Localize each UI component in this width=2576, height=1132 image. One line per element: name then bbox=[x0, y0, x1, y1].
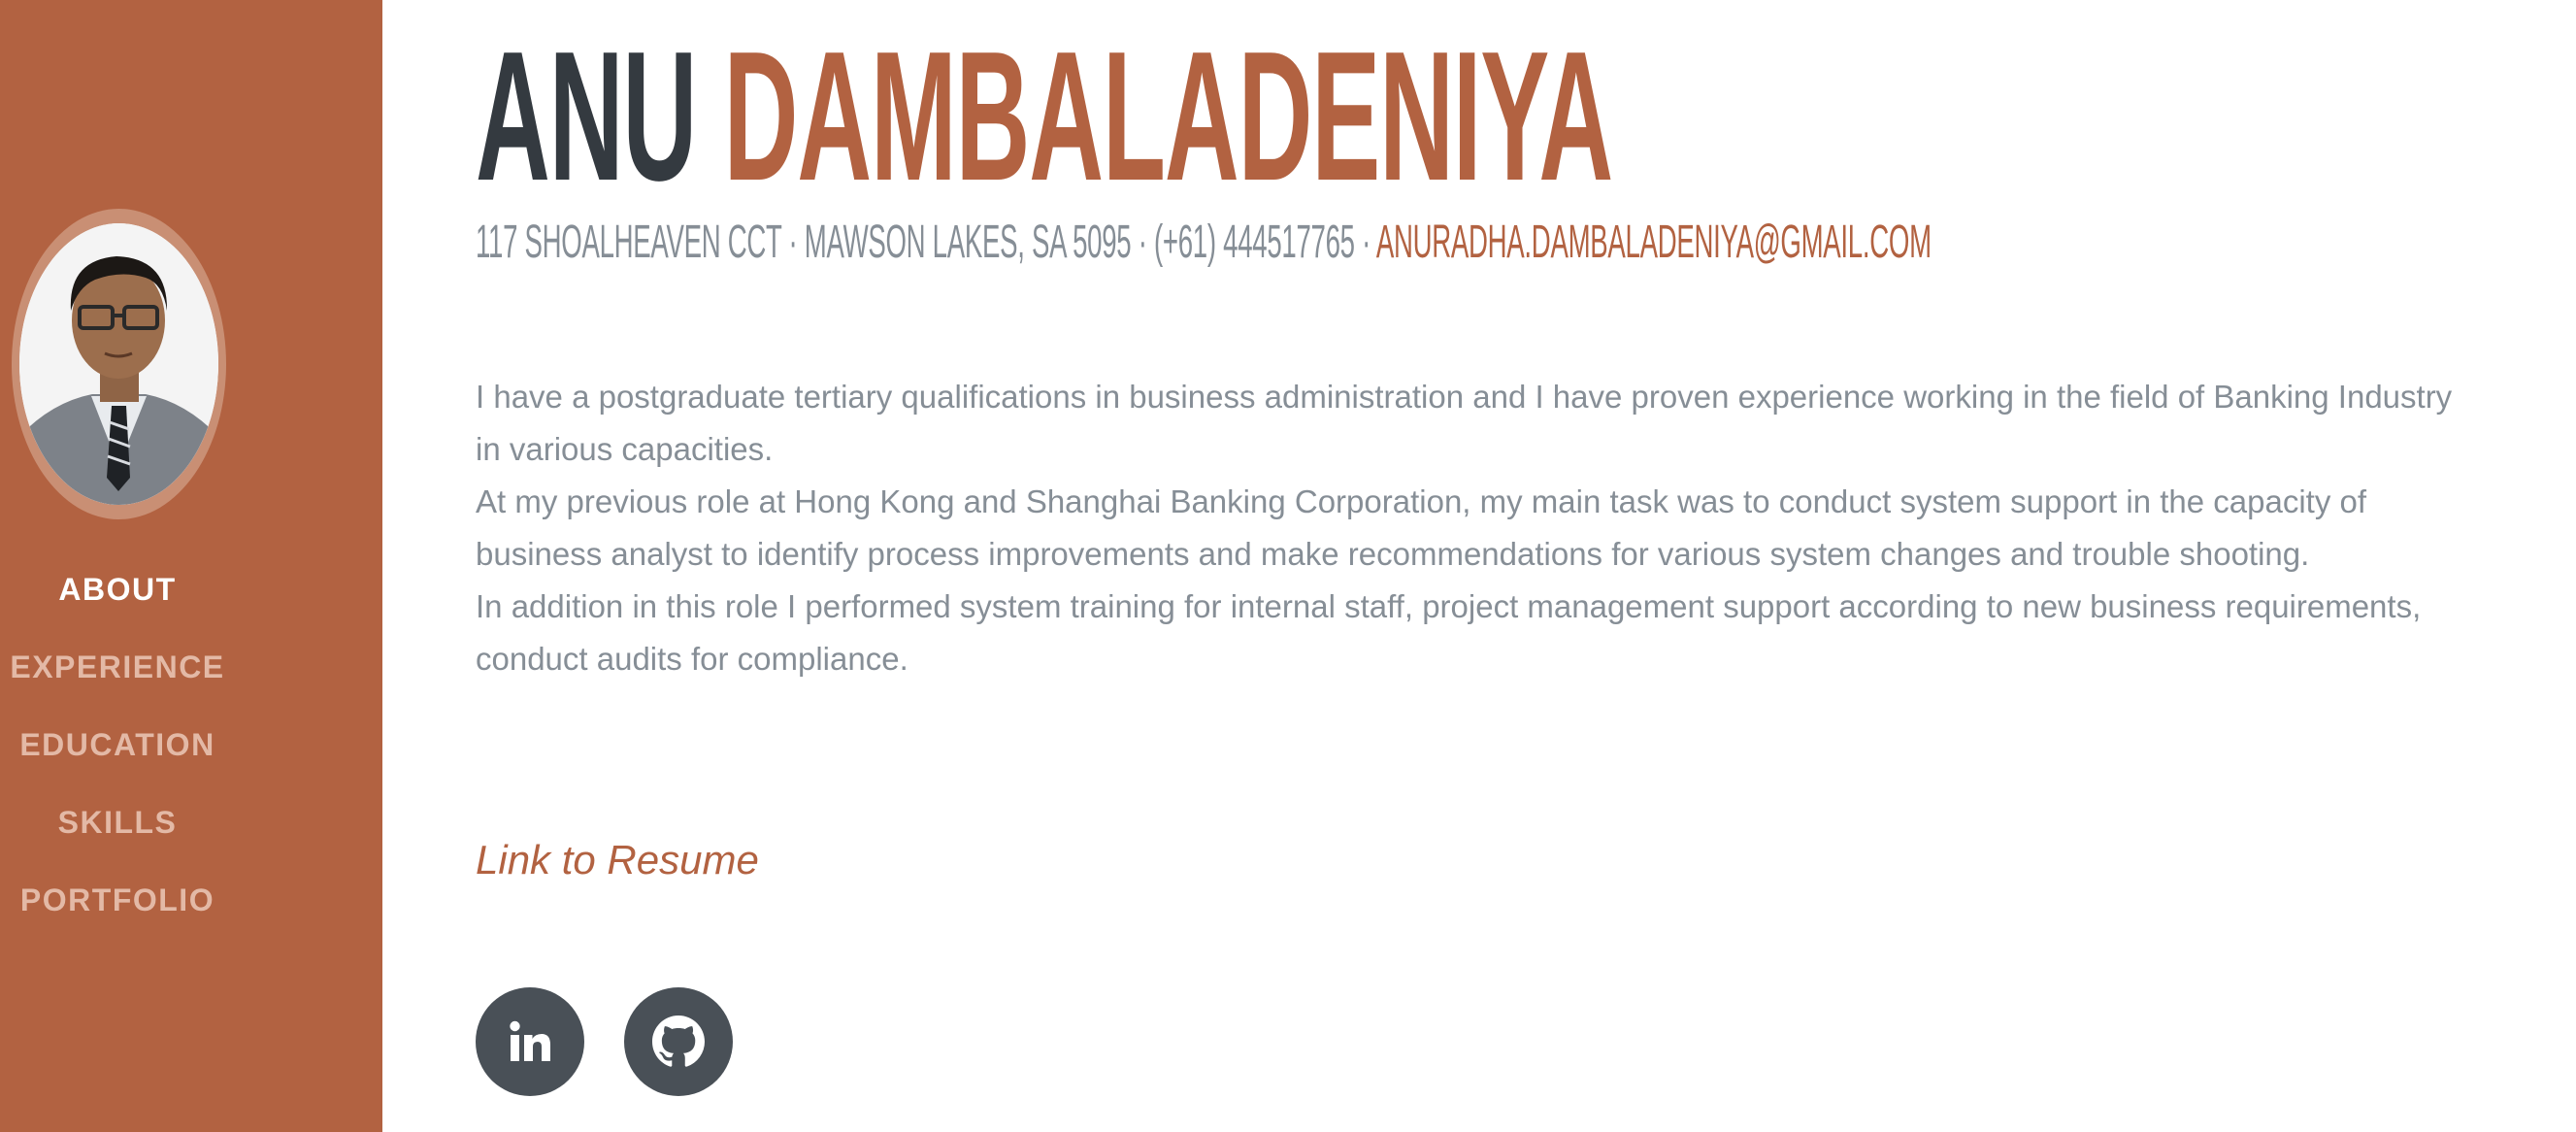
nav-item-skills[interactable]: SKILLS bbox=[0, 794, 235, 872]
sidebar-nav: ABOUT EXPERIENCE EDUCATION SKILLS PORTFO… bbox=[0, 561, 235, 949]
avatar bbox=[19, 223, 218, 505]
nav-item-about[interactable]: ABOUT bbox=[0, 561, 235, 639]
page-title: ANU DAMBALADENIYA bbox=[476, 24, 1613, 209]
github-button[interactable] bbox=[624, 987, 733, 1096]
about-paragraph: In addition in this role I performed sys… bbox=[476, 588, 2422, 677]
nav-item-experience[interactable]: EXPERIENCE bbox=[0, 639, 235, 716]
about-paragraph: I have a postgraduate tertiary qualifica… bbox=[476, 379, 2453, 467]
nav-item-portfolio[interactable]: PORTFOLIO bbox=[0, 872, 235, 949]
github-icon bbox=[652, 1015, 705, 1067]
profile-photo bbox=[19, 223, 218, 505]
linkedin-button[interactable] bbox=[476, 987, 584, 1096]
email-link[interactable]: ANURADHA.DAMBALADENIYA@GMAIL.COM bbox=[1376, 216, 1932, 268]
about-paragraph: At my previous role at Hong Kong and Sha… bbox=[476, 483, 2367, 572]
about-text: I have a postgraduate tertiary qualifica… bbox=[476, 371, 2475, 685]
first-name: ANU bbox=[476, 14, 697, 219]
contact-address: 117 SHOALHEAVEN CCT · MAWSON LAKES, SA 5… bbox=[476, 216, 1376, 268]
last-name: DAMBALADENIYA bbox=[723, 14, 1614, 219]
sidebar: ABOUT EXPERIENCE EDUCATION SKILLS PORTFO… bbox=[0, 0, 382, 1132]
resume-link[interactable]: Link to Resume bbox=[476, 833, 759, 887]
contact-line: 117 SHOALHEAVEN CCT · MAWSON LAKES, SA 5… bbox=[476, 216, 1932, 270]
linkedin-icon bbox=[510, 1020, 550, 1061]
nav-item-education[interactable]: EDUCATION bbox=[0, 716, 235, 794]
